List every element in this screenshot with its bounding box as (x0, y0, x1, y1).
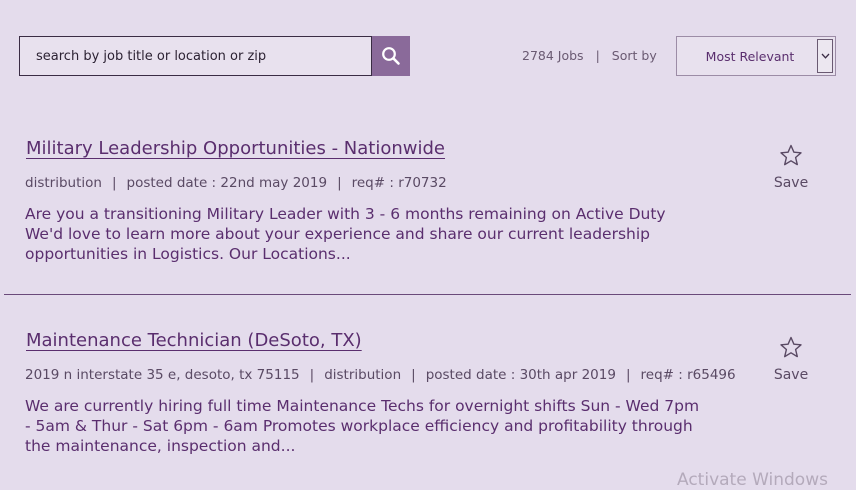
save-job-button[interactable]: Save (770, 144, 812, 191)
star-icon (780, 144, 802, 166)
results-meta: 2784 Jobs | Sort by (522, 48, 657, 63)
save-job-button[interactable]: Save (770, 336, 812, 383)
save-label: Save (773, 175, 809, 191)
job-req-number: req# : r65496 (640, 367, 736, 383)
save-label: Save (773, 367, 809, 383)
search-icon (382, 47, 400, 65)
search-input[interactable] (19, 36, 372, 76)
sort-select-value: Most Relevant (705, 48, 795, 64)
meta-divider: | (309, 367, 315, 383)
meta-separator: | (595, 48, 600, 63)
meta-divider: | (337, 175, 342, 191)
chevron-down-icon (821, 53, 829, 59)
job-title-link[interactable]: Maintenance Technician (DeSoto, TX) (26, 330, 362, 351)
search-bar (19, 36, 410, 76)
job-meta: 2019 n interstate 35 e, desoto, tx 75115… (25, 367, 736, 383)
job-category: distribution (25, 175, 102, 191)
meta-divider: | (625, 367, 631, 383)
job-title-link[interactable]: Military Leadership Opportunities - Nati… (26, 138, 445, 159)
job-category: distribution (324, 367, 402, 383)
job-meta: distribution | posted date : 22nd may 20… (25, 175, 447, 191)
sort-dropdown-toggle[interactable] (817, 39, 833, 73)
job-req-number: req# : r70732 (351, 175, 447, 191)
job-description: We are currently hiring full time Mainte… (25, 397, 700, 455)
job-location: 2019 n interstate 35 e, desoto, tx 75115 (25, 367, 300, 383)
job-posted-date: posted date : 30th apr 2019 (425, 367, 616, 383)
job-posted-date: posted date : 22nd may 2019 (126, 175, 328, 191)
job-count: 2784 Jobs (522, 48, 584, 63)
search-button[interactable] (372, 36, 410, 76)
meta-divider: | (111, 175, 117, 191)
listing-divider (4, 294, 851, 295)
meta-divider: | (411, 367, 416, 383)
job-description: Are you a transitioning Military Leader … (25, 205, 666, 263)
sort-by-label: Sort by (611, 48, 657, 63)
star-icon (780, 336, 802, 358)
sort-select[interactable]: Most Relevant (676, 36, 836, 76)
windows-activation-watermark: Activate Windows (677, 470, 828, 490)
